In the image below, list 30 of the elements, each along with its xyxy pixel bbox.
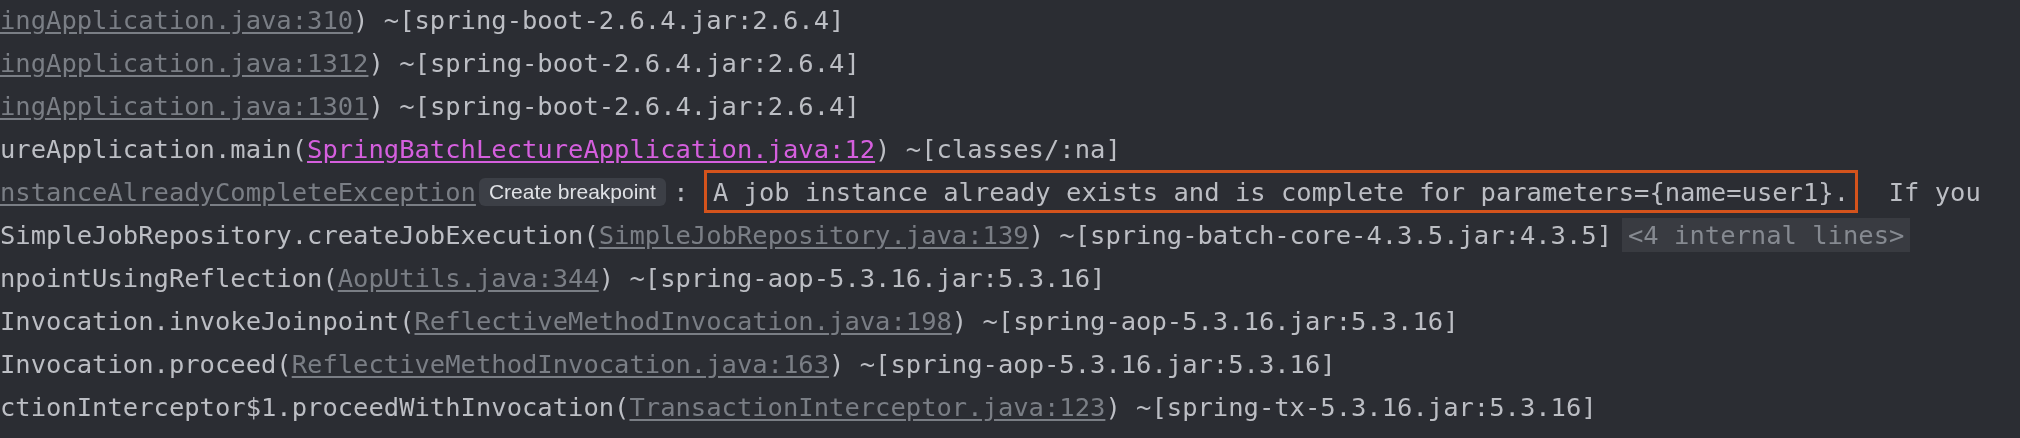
code-text: ) ~[spring-aop-5.3.16.jar:5.3.16] xyxy=(598,262,1106,293)
code-text: ) ~[spring-batch-core-4.3.5.jar:4.3.5] xyxy=(1028,219,1612,250)
highlighted-message: A job instance already exists and is complete for parameters={name=user1}. xyxy=(703,170,1858,213)
code-text: ) ~[spring-tx-5.3.16.jar:5.3.16] xyxy=(1105,391,1597,422)
breakpoint-hint[interactable]: Create breakpoint xyxy=(478,177,666,206)
code-text: ctionInterceptor$1.proceedWithInvocation( xyxy=(0,391,630,422)
code-text: Invocation.proceed( xyxy=(0,348,292,379)
file-link[interactable]: ingApplication.java:1312 xyxy=(0,47,369,78)
code-text: Invocation.invokeJoinpoint( xyxy=(0,305,415,336)
code-text: ) ~[spring-boot-2.6.4.jar:2.6.4] xyxy=(353,4,845,35)
file-link[interactable]: AopUtils.java:344 xyxy=(337,262,599,293)
file-link[interactable]: SpringBatchLectureApplication.java:12 xyxy=(307,133,876,164)
code-text: npointUsingReflection( xyxy=(0,262,338,293)
code-text: ) ~[classes/:na] xyxy=(875,133,1121,164)
folded-lines[interactable]: <4 internal lines> xyxy=(1622,217,1911,252)
file-link[interactable]: ingApplication.java:310 xyxy=(0,4,354,35)
code-text: ) ~[spring-aop-5.3.16.jar:5.3.16] xyxy=(829,348,1336,379)
file-link[interactable]: nstanceAlreadyCompleteException xyxy=(0,176,476,207)
code-text: If you xyxy=(1887,176,1981,207)
file-link[interactable]: SimpleJobRepository.java:139 xyxy=(598,219,1029,250)
code-text: : xyxy=(672,176,690,207)
file-link[interactable]: ReflectiveMethodInvocation.java:163 xyxy=(291,348,830,379)
code-text: ) ~[spring-boot-2.6.4.jar:2.6.4] xyxy=(368,47,860,78)
code-text: SimpleJobRepository.createJobExecution( xyxy=(0,219,599,250)
code-text: ) ~[spring-boot-2.6.4.jar:2.6.4] xyxy=(368,90,860,121)
code-text: ureApplication.main( xyxy=(0,133,308,164)
file-link[interactable]: TransactionInterceptor.java:123 xyxy=(629,391,1106,422)
code-text: ) ~[spring-aop-5.3.16.jar:5.3.16] xyxy=(951,305,1459,336)
file-link[interactable]: ingApplication.java:1301 xyxy=(0,90,369,121)
file-link[interactable]: ReflectiveMethodInvocation.java:198 xyxy=(414,305,952,336)
